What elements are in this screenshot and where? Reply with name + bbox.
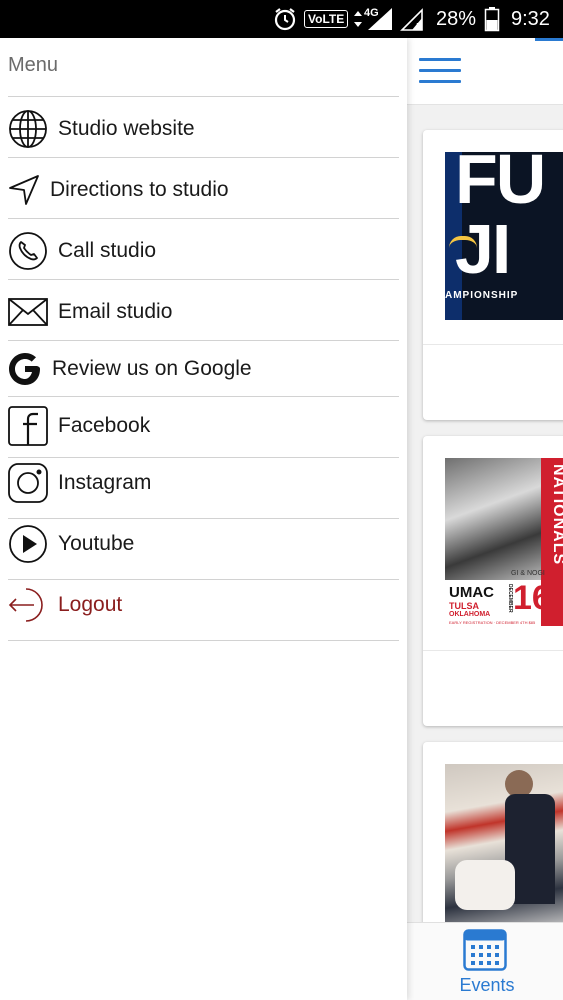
event-image-state: OKLAHOMA [449, 611, 491, 618]
menu-item-label: Studio website [58, 117, 195, 140]
calendar-icon[interactable] [463, 929, 507, 971]
menu-item-call-studio[interactable]: Call studio [8, 224, 399, 278]
event-image-text: JI [455, 210, 511, 288]
event-image-text: FU [455, 152, 546, 218]
menu-item-label: Call studio [58, 239, 157, 262]
event-image: NATIONALS UMAC TULSA OKLAHOMA GI & NOGI … [445, 458, 563, 626]
event-image-city: TULSA [449, 601, 479, 611]
envelope-icon [8, 292, 48, 332]
data-arrows-icon [353, 0, 363, 38]
menu-divider [8, 340, 399, 341]
event-image-day: 16 [513, 579, 551, 617]
menu-item-label: Review us on Google [52, 357, 252, 380]
event-card[interactable]: FU JI AMPIONSHIP [423, 130, 563, 420]
card-divider [423, 650, 563, 651]
menu-item-label: Instagram [58, 471, 152, 494]
menu-item-label: Email studio [58, 300, 173, 323]
menu-divider [8, 640, 399, 641]
status-bar: VoLTE 4G R 28% 9:32 [0, 0, 563, 38]
event-image-note: EARLY REGISTRATION · DECEMBER 4TH $85 [449, 620, 536, 625]
menu-item-instagram[interactable]: Instagram [8, 456, 399, 510]
youtube-play-icon [8, 524, 48, 564]
battery-percent: 28% [436, 7, 477, 30]
signal-icon [366, 0, 394, 38]
events-screen: FU JI AMPIONSHIP NATIONALS UMAC TULSA OK… [407, 38, 563, 1000]
volte-badge: VoLTE [304, 0, 349, 38]
menu-item-label: Logout [58, 593, 123, 616]
menu-item-label: Youtube [58, 532, 135, 555]
event-image: FU JI AMPIONSHIP [445, 152, 563, 320]
app-header [407, 38, 563, 105]
event-image [445, 764, 563, 932]
facebook-icon [8, 406, 48, 446]
menu-item-studio-website[interactable]: Studio website [8, 102, 399, 156]
google-icon [8, 349, 42, 389]
navigation-arrow-icon [8, 170, 40, 210]
logout-icon [8, 585, 48, 625]
event-image-side-text: NATIONALS [550, 464, 563, 566]
navigation-drawer: Menu Studio website Directions to studio [0, 38, 407, 1000]
menu-item-facebook[interactable]: Facebook [8, 399, 399, 453]
menu-item-label: Directions to studio [50, 178, 229, 201]
header-accent [535, 38, 563, 41]
instagram-icon [8, 463, 48, 503]
bottom-navigation: Events [407, 922, 563, 1000]
menu-item-email-studio[interactable]: Email studio [8, 285, 399, 339]
menu-divider [8, 96, 399, 97]
menu-item-google-review[interactable]: Review us on Google [8, 342, 399, 396]
menu-divider [8, 396, 399, 397]
menu-item-youtube[interactable]: Youtube [8, 517, 399, 571]
hamburger-menu-icon[interactable] [419, 58, 461, 84]
menu-item-directions[interactable]: Directions to studio [8, 163, 399, 217]
events-tab-label[interactable]: Events [407, 975, 563, 996]
menu-title: Menu [8, 54, 59, 76]
menu-divider [8, 157, 399, 158]
card-divider [423, 344, 563, 345]
globe-icon [8, 109, 48, 149]
menu-divider [8, 218, 399, 219]
menu-item-logout[interactable]: Logout [8, 578, 399, 632]
alarm-icon [272, 0, 298, 38]
clock: 9:32 [511, 7, 550, 30]
event-image-title: UMAC [449, 584, 494, 601]
phone-icon [8, 231, 48, 271]
menu-item-label: Facebook [58, 414, 151, 437]
menu-divider [8, 279, 399, 280]
event-image-caption: AMPIONSHIP [445, 290, 519, 301]
event-image-type: GI & NOGI [511, 570, 545, 577]
battery-icon [484, 0, 500, 38]
event-card[interactable]: NATIONALS UMAC TULSA OKLAHOMA GI & NOGI … [423, 436, 563, 726]
